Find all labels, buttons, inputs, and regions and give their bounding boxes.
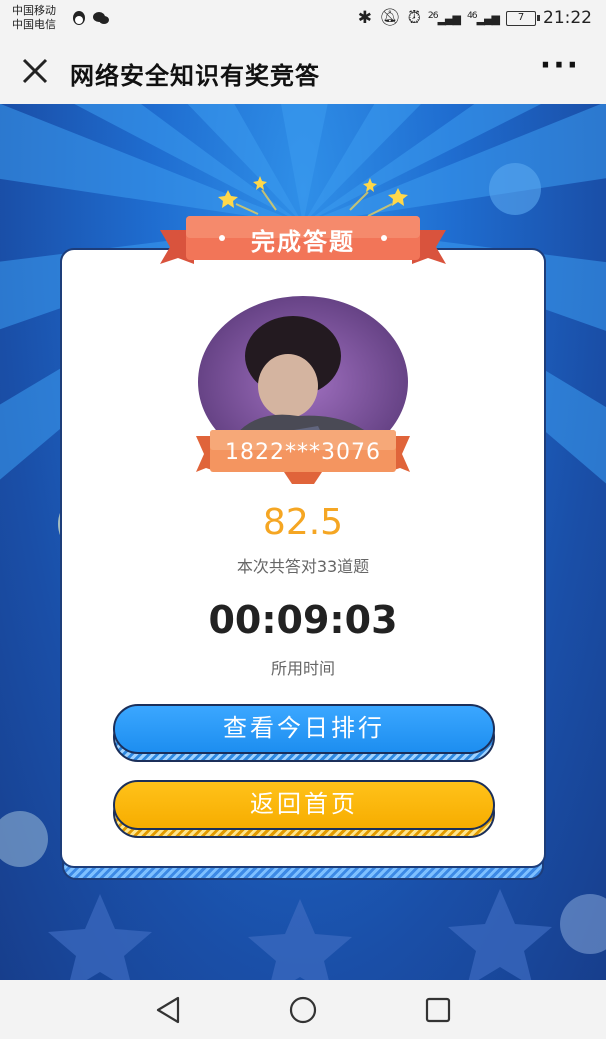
network-label-2: 46 [466, 10, 478, 22]
title-bar: 网络安全知识有奖竞答 ··· [0, 40, 606, 104]
battery-icon: 7 [506, 10, 540, 26]
carrier-1: 中国移动 [12, 4, 56, 17]
signal-icon: 46▂▄▆ [466, 10, 500, 26]
view-ranking-button[interactable]: 查看今日排行 [113, 704, 495, 754]
carrier-2: 中国电信 [12, 18, 56, 31]
status-time: 21:22 [543, 8, 592, 28]
back-nav-icon[interactable] [152, 994, 184, 1026]
score-description: 本次共答对33道题 [236, 557, 370, 576]
back-home-button[interactable]: 返回首页 [113, 780, 495, 830]
completion-header: 完成答题 [251, 228, 355, 256]
score-value: 82.5 [262, 502, 344, 543]
mute-icon: 🔕︎ [379, 8, 401, 28]
system-nav-bar [0, 980, 606, 1039]
network-label-1: 26 [427, 10, 439, 22]
wechat-icon [93, 12, 109, 24]
close-icon[interactable] [18, 54, 52, 88]
recent-apps-nav-icon[interactable] [422, 994, 454, 1026]
more-options-icon[interactable]: ··· [540, 51, 580, 81]
user-id: 1822***3076 [225, 440, 381, 465]
signal-icon: 26▂▄▆ [427, 10, 461, 26]
time-used: 00:09:03 [208, 598, 398, 642]
time-used-label: 所用时间 [270, 659, 335, 678]
status-bar: 中国移动 中国电信 ✱ 🔕︎ ⏰︎ 26▂▄▆ 46▂▄▆ 7 21:22 [0, 0, 606, 40]
bluetooth-icon: ✱ [357, 8, 373, 28]
home-nav-icon[interactable] [287, 994, 319, 1026]
page-title: 网络安全知识有奖竞答 [70, 62, 320, 90]
carrier-info: 中国移动 中国电信 [12, 4, 56, 32]
alarm-icon: ⏰︎ [407, 8, 421, 28]
penguin-icon [73, 11, 85, 25]
